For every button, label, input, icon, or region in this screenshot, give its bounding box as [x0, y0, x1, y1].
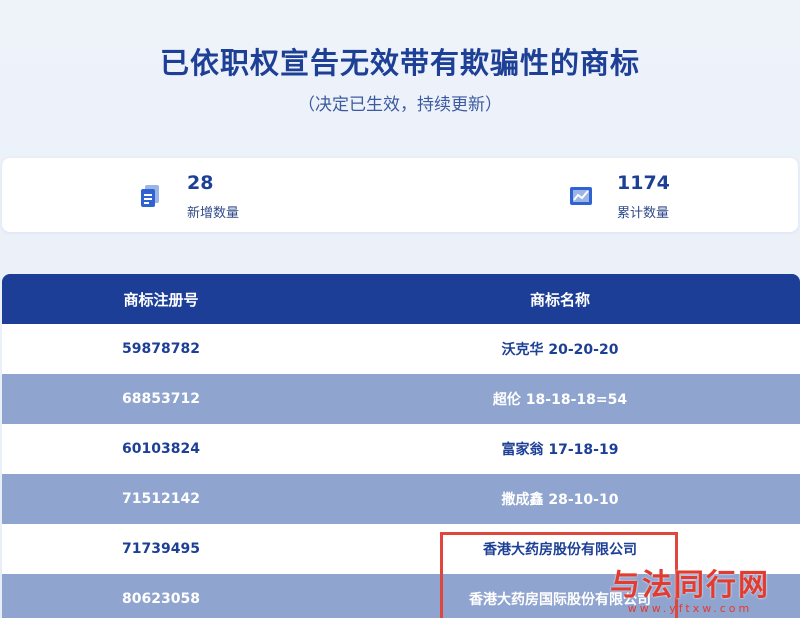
reg-no-cell: 68853712	[122, 391, 200, 407]
name-cell: 沃克华 20-20-20	[501, 342, 619, 358]
document-stack-icon	[141, 185, 159, 207]
header-reg-no: 商标注册号	[123, 290, 199, 309]
reg-no-cell: 71739495	[122, 541, 200, 557]
reg-no-cell: 71512142	[122, 491, 200, 507]
watermark-title: 与法同行网	[610, 568, 770, 603]
chart-image-icon	[570, 187, 592, 205]
watermark-logo: 与法同行网 www.yftxw.com	[610, 560, 770, 615]
reg-no-cell: 59878782	[122, 341, 200, 357]
reg-no-cell: 80623058	[122, 591, 200, 607]
total-count-label: 累计数量	[617, 206, 670, 221]
table-row: 60103824 富家翁 17-18-19	[2, 424, 800, 474]
reg-no-cell: 60103824	[122, 441, 200, 457]
total-count: 1174	[617, 172, 670, 194]
new-count: 28	[187, 172, 214, 194]
table-row: 68853712 超伦 18-18-18=54	[2, 374, 800, 424]
new-count-label: 新增数量	[187, 206, 240, 221]
name-cell: 富家翁 17-18-19	[501, 442, 619, 458]
name-cell: 撒成鑫 28-10-10	[501, 492, 619, 508]
stats-panel: 28 新增数量 1174 累计数量	[2, 158, 798, 232]
page-title: 已依职权宣告无效带有欺骗性的商标	[159, 46, 640, 80]
page-subtitle: （决定已生效，持续更新）	[298, 95, 502, 115]
table-header: 商标注册号 商标名称	[2, 274, 800, 324]
table-row: 59878782 沃克华 20-20-20	[2, 324, 800, 374]
table-row: 71512142 撒成鑫 28-10-10	[2, 474, 800, 524]
name-cell: 超伦 18-18-18=54	[492, 392, 628, 408]
header-name: 商标名称	[529, 290, 590, 309]
watermark-url: www.yftxw.com	[627, 602, 753, 615]
